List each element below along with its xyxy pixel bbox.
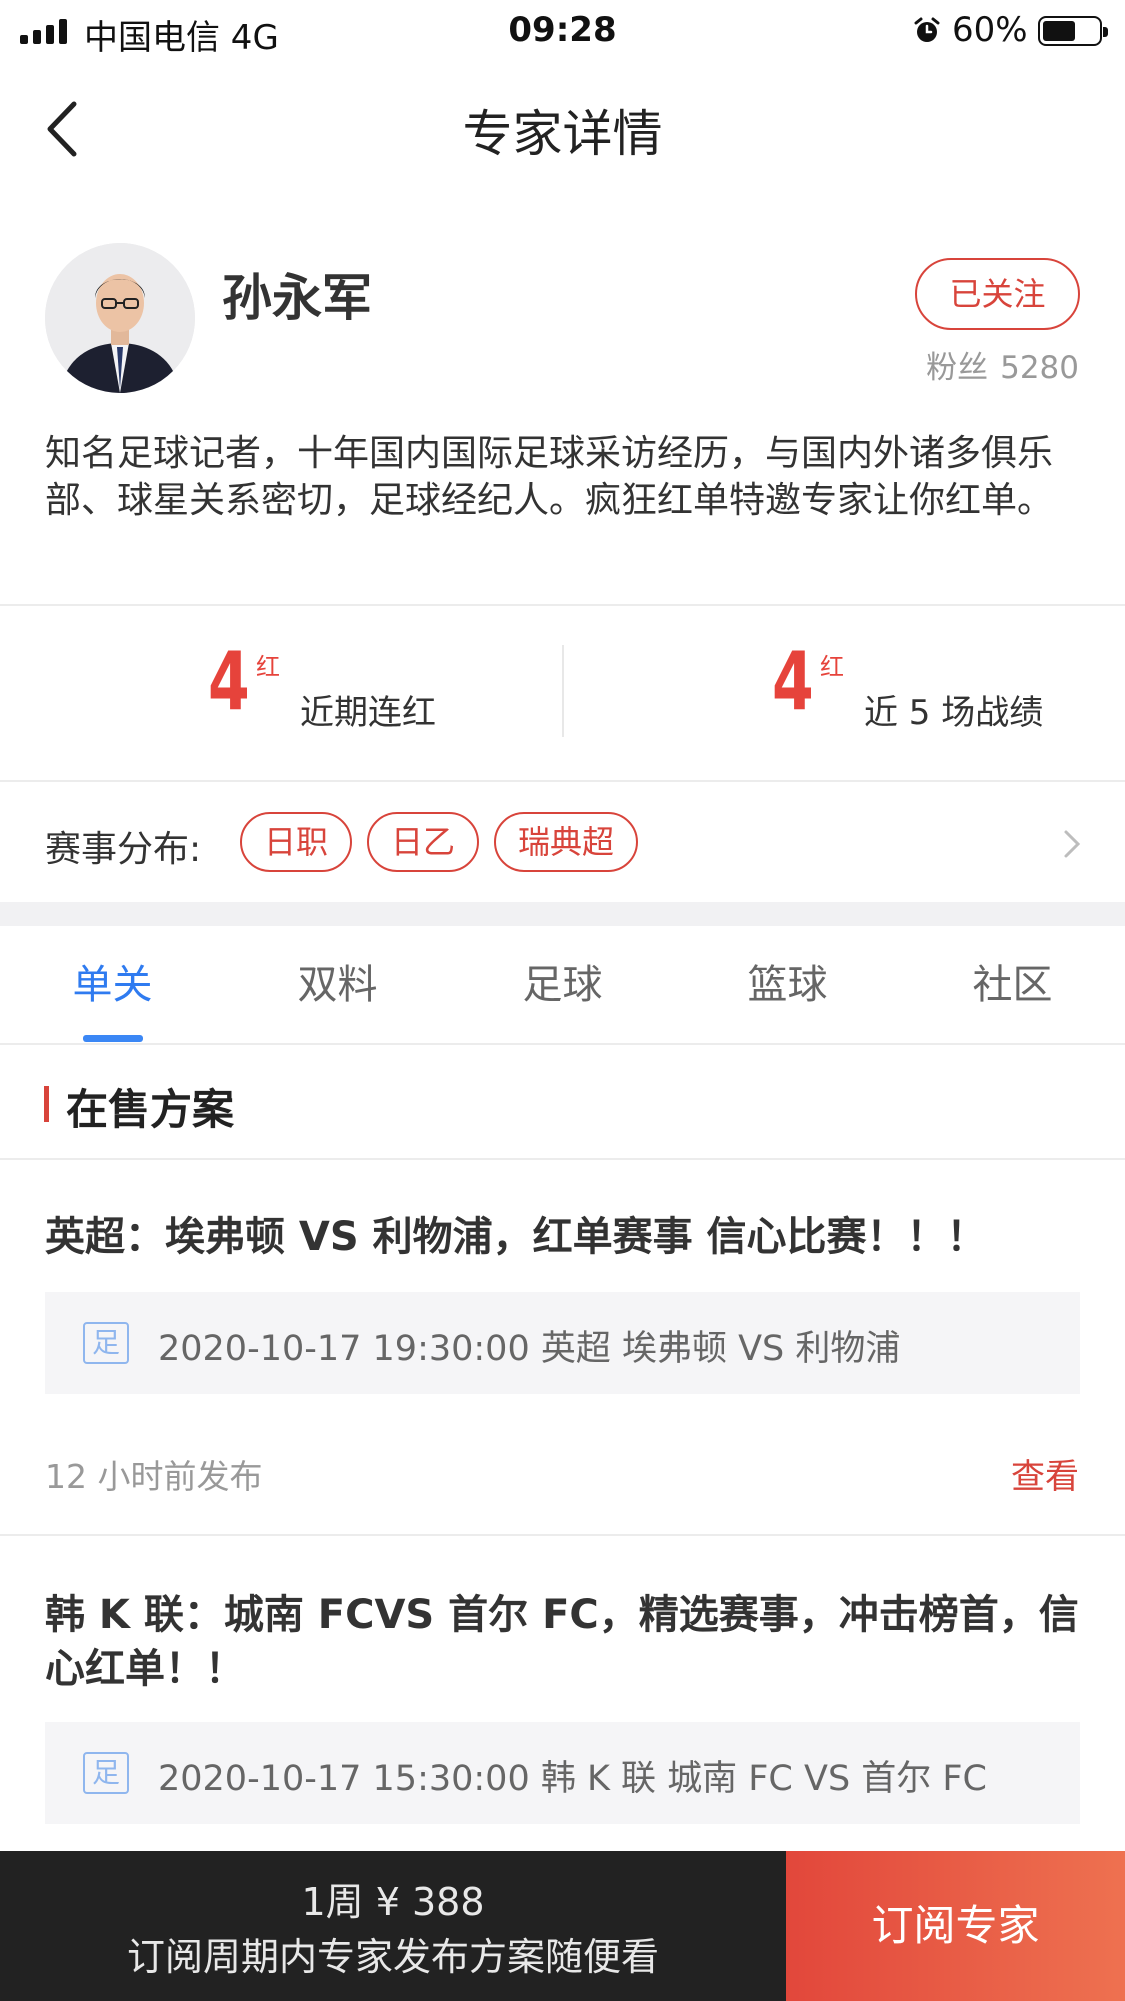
avatar[interactable] bbox=[45, 243, 195, 393]
battery-icon bbox=[1038, 16, 1108, 46]
divider bbox=[0, 1158, 1125, 1160]
plan-match-box[interactable]: 足 2020-10-17 15:30:00 韩 K 联 城南 FC VS 首尔 … bbox=[45, 1722, 1080, 1824]
nav-bar: 专家详情 bbox=[0, 64, 1125, 194]
alarm-icon bbox=[914, 17, 940, 42]
follow-button[interactable]: 已关注 bbox=[915, 258, 1080, 330]
section-title: 在售方案 bbox=[66, 1085, 235, 1134]
fans-count: 粉丝 5280 bbox=[926, 342, 1079, 387]
subscribe-expert-button[interactable]: 订阅专家 bbox=[786, 1851, 1125, 2001]
subscription-price: 1周 ¥ 388 bbox=[301, 1880, 485, 1924]
stat-streak-value: 4 bbox=[208, 635, 250, 728]
view-plan-link[interactable]: 查看 bbox=[1011, 1449, 1079, 1498]
category-tabs: 单关 双料 足球 篮球 社区 bbox=[0, 926, 1125, 1044]
battery-percent: 60% bbox=[952, 10, 1028, 50]
chevron-right-icon[interactable] bbox=[1060, 826, 1084, 862]
section-accent-bar bbox=[44, 1086, 49, 1122]
subscription-description: 订阅周期内专家发布方案随便看 bbox=[126, 1935, 659, 1979]
plan-title[interactable]: 英超：埃弗顿 VS 利物浦，红单赛事 信心比赛！！！ bbox=[45, 1210, 1085, 1264]
tab-single[interactable]: 单关 bbox=[0, 926, 225, 1044]
league-chips: 日职 日乙 瑞典超 bbox=[240, 812, 639, 872]
divider bbox=[0, 604, 1125, 606]
person-avatar-icon bbox=[45, 243, 195, 393]
league-chip[interactable]: 日职 bbox=[240, 812, 353, 872]
plan-match-info: 2020-10-17 15:30:00 韩 K 联 城南 FC VS 首尔 FC bbox=[158, 1759, 987, 1799]
football-tag-icon: 足 bbox=[83, 1322, 129, 1364]
stat-streak-label: 近期连红 bbox=[300, 693, 436, 733]
fans-label: 粉丝 bbox=[926, 350, 989, 386]
section-gap bbox=[0, 902, 1125, 926]
stat-separator bbox=[562, 645, 564, 737]
stat-recent-unit: 红 bbox=[820, 653, 844, 681]
tab-community[interactable]: 社区 bbox=[900, 926, 1125, 1044]
expert-name: 孙永军 bbox=[222, 269, 372, 327]
expert-bio: 知名足球记者，十年国内国际足球采访经历，与国内外诸多俱乐部、球星关系密切，足球经… bbox=[45, 433, 1054, 521]
fans-number: 5280 bbox=[1000, 350, 1079, 386]
plan-match-box[interactable]: 足 2020-10-17 19:30:00 英超 埃弗顿 VS 利物浦 bbox=[45, 1292, 1080, 1394]
page-title: 专家详情 bbox=[462, 105, 663, 163]
league-distribution-label: 赛事分布: bbox=[45, 829, 202, 870]
status-bar: 中国电信 4G 09:28 60% bbox=[0, 0, 1125, 64]
tab-double[interactable]: 双料 bbox=[225, 926, 450, 1044]
stat-recent-value: 4 bbox=[772, 635, 814, 728]
stat-streak-unit: 红 bbox=[256, 653, 280, 681]
league-chip[interactable]: 日乙 bbox=[367, 812, 480, 872]
stat-recent-label: 近 5 场战绩 bbox=[864, 693, 1044, 733]
tab-basketball[interactable]: 篮球 bbox=[675, 926, 900, 1044]
subscription-info: 1周 ¥ 388 订阅周期内专家发布方案随便看 bbox=[0, 1851, 786, 2001]
tab-football[interactable]: 足球 bbox=[450, 926, 675, 1044]
divider bbox=[0, 780, 1125, 782]
football-tag-icon: 足 bbox=[83, 1752, 129, 1794]
divider bbox=[0, 1534, 1125, 1536]
subscribe-bar: 1周 ¥ 388 订阅周期内专家发布方案随便看 订阅专家 bbox=[0, 1851, 1125, 2001]
plan-match-info: 2020-10-17 19:30:00 英超 埃弗顿 VS 利物浦 bbox=[158, 1329, 901, 1369]
league-chip[interactable]: 瑞典超 bbox=[494, 812, 639, 872]
plan-posted-time: 12 小时前发布 bbox=[45, 1457, 263, 1496]
plan-title[interactable]: 韩 K 联：城南 FCVS 首尔 FC，精选赛事，冲击榜首，信心红单！！ bbox=[45, 1588, 1085, 1696]
tabs-divider bbox=[0, 1043, 1125, 1045]
